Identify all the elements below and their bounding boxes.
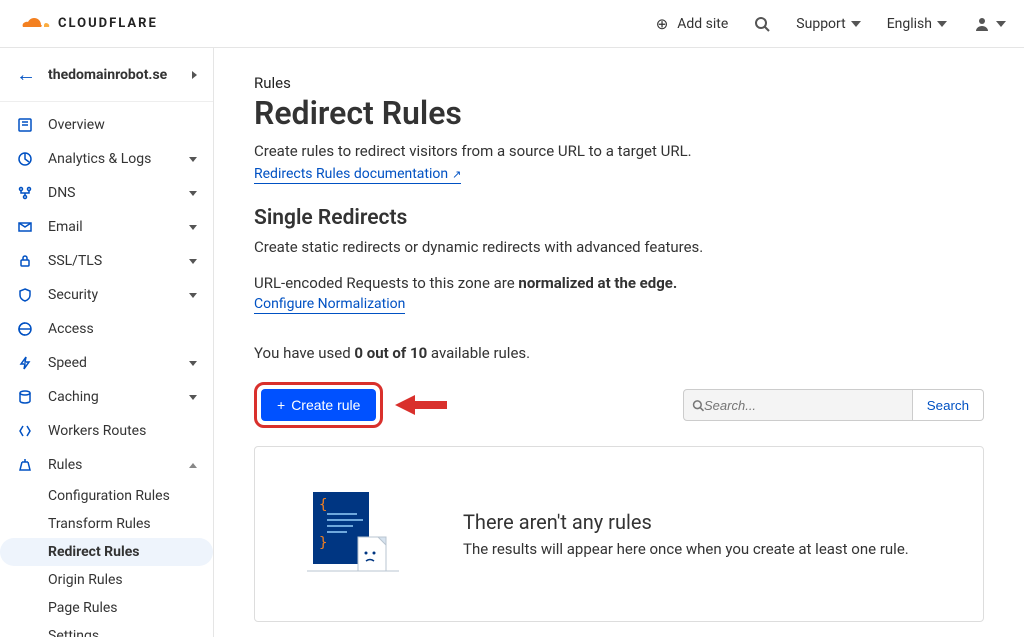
email-icon: [16, 219, 34, 235]
subnav-redirect-rules[interactable]: Redirect Rules: [0, 538, 213, 566]
search-icon[interactable]: [754, 16, 770, 32]
chevron-down-icon: [189, 293, 197, 298]
search-button[interactable]: Search: [913, 389, 984, 421]
subnav-config-rules[interactable]: Configuration Rules: [48, 482, 213, 510]
empty-title: There aren't any rules: [463, 510, 909, 534]
docs-link[interactable]: Redirects Rules documentation: [254, 166, 461, 184]
svg-text:{: {: [319, 497, 327, 513]
subnav-transform-rules[interactable]: Transform Rules: [48, 510, 213, 538]
create-rule-button[interactable]: + Create rule: [261, 389, 376, 421]
page-lead: Create rules to redirect visitors from a…: [254, 142, 984, 160]
chevron-down-icon: [189, 361, 197, 366]
rules-search-box[interactable]: [683, 389, 913, 421]
rules-submenu: Configuration Rules Transform Rules Redi…: [0, 482, 213, 637]
caching-icon: [16, 389, 34, 405]
workers-icon: [16, 423, 34, 439]
breadcrumb: Rules: [254, 74, 984, 92]
sidebar-item-caching[interactable]: Caching: [0, 380, 213, 414]
chevron-down-icon: [189, 225, 197, 230]
chevron-down-icon: [189, 259, 197, 264]
access-icon: [16, 321, 34, 337]
sidebar-item-workers[interactable]: Workers Routes: [0, 414, 213, 448]
cloud-icon: [18, 11, 52, 37]
main-content: Rules Redirect Rules Create rules to red…: [214, 48, 1024, 637]
chevron-down-icon: [189, 157, 197, 162]
page-title: Redirect Rules: [254, 94, 984, 132]
language-dropdown[interactable]: English: [887, 16, 947, 32]
create-rule-highlight: + Create rule: [254, 382, 383, 428]
site-selector[interactable]: ← thedomainrobot.se: [0, 48, 213, 102]
dns-icon: [16, 185, 34, 201]
rules-search-input[interactable]: [704, 398, 904, 413]
sidebar-item-dns[interactable]: DNS: [0, 176, 213, 210]
svg-text:}: }: [319, 535, 327, 551]
overview-icon: [16, 117, 34, 133]
chevron-down-icon: [189, 191, 197, 196]
search-icon: [692, 399, 704, 412]
empty-state: { } There aren't any rules The results w…: [254, 446, 984, 622]
subnav-page-rules[interactable]: Page Rules: [48, 594, 213, 622]
subnav-settings[interactable]: Settings: [48, 622, 213, 637]
annotation-arrow-icon: [395, 393, 447, 417]
single-redirects-desc: Create static redirects or dynamic redir…: [254, 238, 984, 256]
subnav-origin-rules[interactable]: Origin Rules: [48, 566, 213, 594]
chevron-down-icon: [996, 21, 1006, 27]
external-link-icon: [452, 166, 461, 182]
speed-icon: [16, 355, 34, 371]
empty-desc: The results will appear here once when y…: [463, 540, 909, 558]
shield-icon: [16, 287, 34, 303]
sidebar-item-ssl[interactable]: SSL/TLS: [0, 244, 213, 278]
sidebar-item-rules[interactable]: Rules: [0, 448, 213, 482]
account-dropdown[interactable]: [973, 15, 1006, 33]
chevron-down-icon: [937, 21, 947, 27]
chevron-right-icon: [192, 71, 197, 79]
sidebar-item-email[interactable]: Email: [0, 210, 213, 244]
cloudflare-logo[interactable]: CLOUDFLARE: [18, 11, 158, 37]
sidebar: ← thedomainrobot.se Overview Analytics &…: [0, 48, 214, 637]
analytics-icon: [16, 151, 34, 167]
support-dropdown[interactable]: Support: [796, 16, 860, 32]
configure-normalization-link[interactable]: Configure Normalization: [254, 296, 405, 314]
single-redirects-heading: Single Redirects: [254, 206, 984, 230]
normalization-text: URL-encoded Requests to this zone are no…: [254, 274, 984, 292]
sidebar-item-overview[interactable]: Overview: [0, 108, 213, 142]
chevron-down-icon: [851, 21, 861, 27]
add-site-button[interactable]: Add site: [656, 15, 729, 33]
plus-icon: +: [277, 397, 285, 413]
empty-illustration-icon: { }: [303, 487, 403, 581]
sidebar-item-access[interactable]: Access: [0, 312, 213, 346]
lock-icon: [16, 253, 34, 269]
site-name: thedomainrobot.se: [48, 67, 180, 83]
back-arrow-icon[interactable]: ←: [16, 62, 36, 87]
rules-icon: [16, 457, 34, 473]
user-icon: [973, 15, 991, 33]
logo-text: CLOUDFLARE: [58, 16, 158, 31]
sidebar-item-speed[interactable]: Speed: [0, 346, 213, 380]
sidebar-item-analytics[interactable]: Analytics & Logs: [0, 142, 213, 176]
sidebar-item-security[interactable]: Security: [0, 278, 213, 312]
rules-usage: You have used 0 out of 10 available rule…: [254, 344, 984, 362]
chevron-down-icon: [189, 395, 197, 400]
topbar: CLOUDFLARE Add site Support English: [0, 0, 1024, 48]
chevron-up-icon: [189, 463, 197, 468]
